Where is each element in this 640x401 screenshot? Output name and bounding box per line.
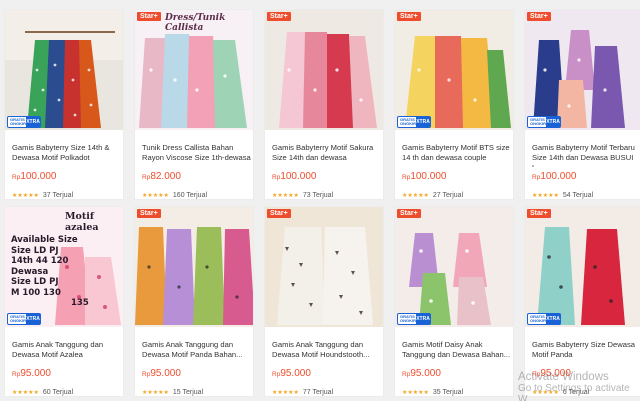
star-plus-badge: Star+ [137, 12, 161, 21]
image-overlay-text: Dress/Tunik Callista [165, 13, 226, 33]
star-plus-badge: Star+ [137, 209, 161, 218]
image-overlay-text: Motif azalea [65, 211, 99, 233]
product-price: Rp100.000 [402, 171, 447, 182]
product-price: Rp100.000 [532, 171, 577, 182]
product-title[interactable]: Gamis Babyterry Motif Terbaru Size 14th … [532, 143, 640, 167]
product-image[interactable]: Motif azalea Available Size Size LD PJ 1… [5, 207, 123, 327]
product-price: Rp82.000 [142, 171, 181, 182]
product-image[interactable]: Star+ GRATIS ONGKIR XTRA [525, 10, 640, 130]
rating-stars-icon: ★★★★★ [272, 193, 299, 199]
product-rating: ★★★★★ 37 Terjual [12, 192, 74, 199]
rating-stars-icon: ★★★★★ [12, 193, 39, 199]
product-title[interactable]: Gamis Babyterry Motif Sakura Size 14th d… [272, 143, 383, 167]
product-title[interactable]: Gamis Babyterry Size Dewasa Motif Panda [532, 340, 640, 364]
product-rating: ★★★★★ 54 Terjual [532, 192, 594, 199]
free-shipping-badge: GRATIS ONGKIR XTRA [397, 313, 431, 325]
product-rating: ★★★★★ 77 Terjual [272, 389, 334, 396]
product-card[interactable]: Star+ GRATIS ONGKIR XTRA Gamis Babyterry … [524, 206, 640, 397]
product-card[interactable]: Star+ GRATIS ONGKIR XTRA Gamis Motif Dais… [394, 206, 514, 397]
rating-stars-icon: ★★★★★ [402, 390, 429, 396]
product-image[interactable]: GRATIS ONGKIR XTRA [5, 10, 123, 130]
product-image[interactable]: Star+ [265, 10, 383, 130]
free-shipping-badge: GRATIS ONGKIR XTRA [7, 313, 41, 325]
product-title[interactable]: Gamis Anak Tanggung dan Dewasa Motif Pan… [142, 340, 253, 364]
star-plus-badge: Star+ [527, 209, 551, 218]
product-image[interactable]: Star+ GRATIS ONGKIR XTRA [395, 10, 513, 130]
product-title[interactable]: Gamis Anak Tanggung dan Dewasa Motif Aza… [12, 340, 123, 364]
star-plus-badge: Star+ [527, 12, 551, 21]
free-shipping-badge: GRATIS ONGKIR XTRA [7, 116, 41, 128]
product-price: Rp95.000 [142, 368, 181, 379]
free-shipping-badge: GRATIS ONGKIR XTRA [527, 313, 561, 325]
rating-stars-icon: ★★★★★ [12, 390, 39, 396]
product-price: Rp95.000 [402, 368, 441, 379]
rating-stars-icon: ★★★★★ [402, 193, 429, 199]
product-card[interactable]: Motif azalea Available Size Size LD PJ 1… [4, 206, 124, 397]
product-price: Rp100.000 [272, 171, 317, 182]
windows-activation-watermark: Activate Windows Go to Settings to activ… [518, 371, 630, 401]
size-chart-text: Available Size Size LD PJ 14th 44 120 De… [11, 235, 89, 308]
star-plus-badge: Star+ [267, 209, 291, 218]
product-title[interactable]: Gamis Babyterry Motif BTS size 14 th dan… [402, 143, 513, 167]
product-title[interactable]: Gamis Babyterry Size 14th & Dewasa Motif… [12, 143, 123, 167]
product-price: Rp95.000 [272, 368, 311, 379]
product-card[interactable]: Star+ Gamis Anak Tanggung dan Dewasa Mot… [134, 206, 254, 397]
free-shipping-badge: GRATIS ONGKIR XTRA [527, 116, 561, 128]
rating-stars-icon: ★★★★★ [272, 390, 299, 396]
product-card[interactable]: Star+ Dress/Tunik Callista Tunik Dress C… [134, 9, 254, 200]
product-title[interactable]: Gamis Motif Daisy Anak Tanggung dan Dewa… [402, 340, 513, 364]
product-rating: ★★★★★ 60 Terjual [12, 389, 74, 396]
product-price: Rp100.000 [12, 171, 57, 182]
product-rating: ★★★★★ 15 Terjual [142, 389, 204, 396]
product-image[interactable]: Star+ [135, 207, 253, 327]
free-shipping-badge: GRATIS ONGKIR XTRA [397, 116, 431, 128]
product-price: Rp95.000 [12, 368, 51, 379]
product-image[interactable]: Star+ Dress/Tunik Callista [135, 10, 253, 130]
star-plus-badge: Star+ [397, 209, 421, 218]
product-image[interactable]: Star+ GRATIS ONGKIR XTRA [525, 207, 640, 327]
product-title[interactable]: Tunik Dress Callista Bahan Rayon Viscose… [142, 143, 253, 167]
product-rating: ★★★★★ 35 Terjual [402, 389, 464, 396]
product-image[interactable]: Star+ [265, 207, 383, 327]
product-rating: ★★★★★ 73 Terjual [272, 192, 334, 199]
star-plus-badge: Star+ [397, 12, 421, 21]
product-card[interactable]: Star+ GRATIS ONGKIR XTRA Gamis Babyterry … [394, 9, 514, 200]
rating-stars-icon: ★★★★★ [142, 390, 169, 396]
product-card[interactable]: GRATIS ONGKIR XTRA Gamis Babyterry Size 1… [4, 9, 124, 200]
product-image[interactable]: Star+ GRATIS ONGKIR XTRA [395, 207, 513, 327]
star-plus-badge: Star+ [267, 12, 291, 21]
rating-stars-icon: ★★★★★ [532, 193, 559, 199]
product-grid: GRATIS ONGKIR XTRA Gamis Babyterry Size 1… [0, 0, 640, 401]
product-card[interactable]: Star+ Gamis Anak Tanggung dan Dewasa Mot… [264, 206, 384, 397]
product-rating: ★★★★★ 160 Terjual [142, 192, 208, 199]
product-title[interactable]: Gamis Anak Tanggung dan Dewasa Motif Hou… [272, 340, 383, 364]
product-rating: ★★★★★ 27 Terjual [402, 192, 464, 199]
product-card[interactable]: Star+ GRATIS ONGKIR XTRA Gamis Babyterry … [524, 9, 640, 200]
rating-stars-icon: ★★★★★ [142, 193, 169, 199]
product-card[interactable]: Star+ Gamis Babyterry Motif Sakura Size … [264, 9, 384, 200]
